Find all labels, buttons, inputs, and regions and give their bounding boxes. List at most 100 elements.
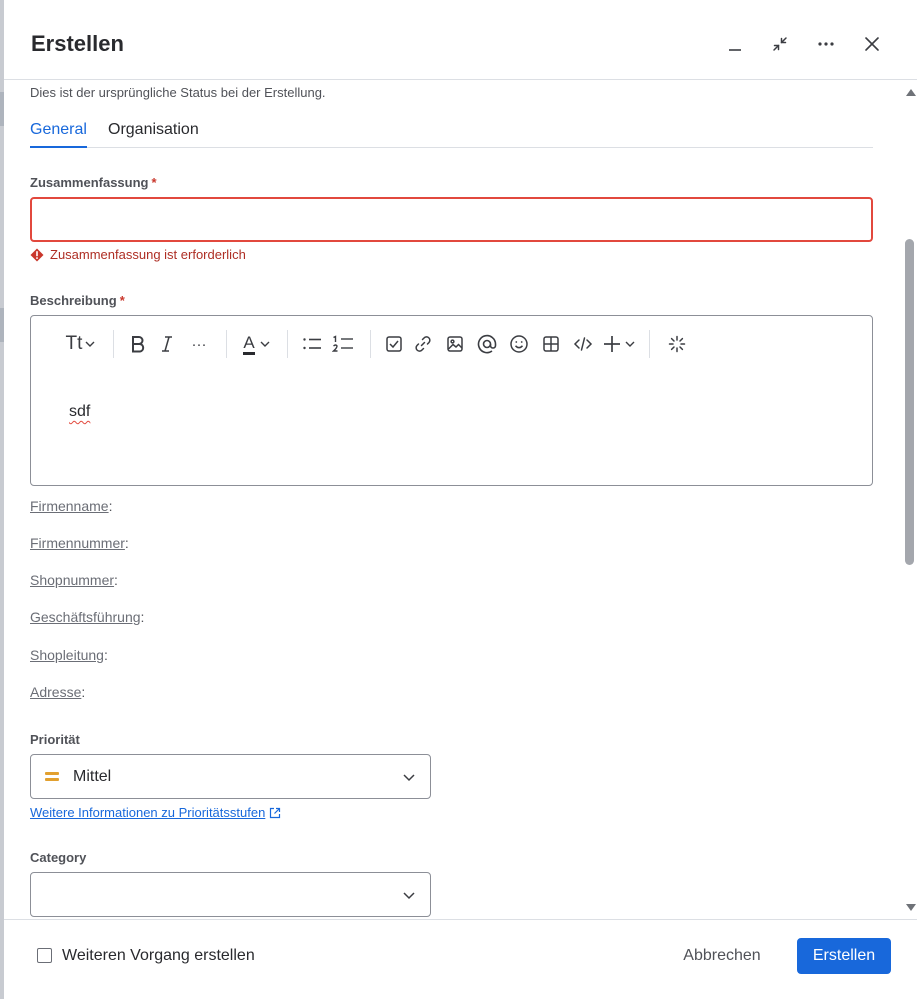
category-label: Category xyxy=(30,850,87,865)
code-icon xyxy=(573,337,593,351)
bullet-list-icon xyxy=(303,338,321,350)
more-formatting-icon: ··· xyxy=(191,335,207,353)
priority-info-link[interactable]: Weitere Informationen zu Prioritätsstufe… xyxy=(30,805,281,820)
create-issue-dialog: Erstellen Dies ist der ursprüngliche Sta… xyxy=(4,0,917,999)
insert-button[interactable] xyxy=(599,329,639,359)
category-select[interactable] xyxy=(30,872,431,917)
ai-button[interactable] xyxy=(660,329,694,359)
tab-organisation[interactable]: Organisation xyxy=(108,121,199,148)
text-color-button[interactable]: A xyxy=(237,329,277,359)
required-indicator: * xyxy=(151,175,157,190)
editor-toolbar: Tt ··· A xyxy=(59,328,694,360)
dialog-title: Erstellen xyxy=(31,31,124,56)
scroll-up-arrow[interactable] xyxy=(906,89,916,96)
mention-icon xyxy=(477,334,497,354)
toolbar-divider xyxy=(370,330,371,358)
sparkle-icon xyxy=(668,335,686,353)
vertical-scrollbar[interactable] xyxy=(903,81,917,919)
table-button[interactable] xyxy=(535,329,567,359)
external-link-icon xyxy=(270,807,281,818)
bold-icon xyxy=(132,336,145,353)
checkbox-icon xyxy=(386,336,402,352)
chevron-down-icon xyxy=(625,341,634,347)
toolbar-divider xyxy=(226,330,227,358)
text-style-label: Tt xyxy=(65,333,83,354)
info-field-separator: : xyxy=(108,498,113,514)
info-field-label[interactable]: Firmennummer xyxy=(30,535,125,551)
info-field-label[interactable]: Firmenname xyxy=(30,498,109,514)
priority-medium-icon xyxy=(45,770,61,782)
info-field-shopleitung: Shopleitung: xyxy=(30,647,108,663)
bullet-list-button[interactable] xyxy=(298,329,326,359)
more-options-button[interactable] xyxy=(810,28,842,60)
info-field-separator: : xyxy=(140,609,145,625)
create-another-checkbox[interactable] xyxy=(37,948,52,963)
status-helper-text: Dies ist der ursprüngliche Status bei de… xyxy=(30,85,326,100)
summary-input[interactable] xyxy=(30,197,873,242)
code-button[interactable] xyxy=(567,329,599,359)
info-field-separator: : xyxy=(81,684,86,700)
form-scroll-area[interactable]: Dies ist der ursprüngliche Status bei de… xyxy=(4,81,917,919)
emoji-icon xyxy=(510,335,528,353)
summary-error-text: Zusammenfassung ist erforderlich xyxy=(50,247,246,262)
description-editor[interactable]: Tt ··· A sdf xyxy=(30,315,873,486)
mention-button[interactable] xyxy=(471,329,503,359)
info-field-geschaeftsfuehrung: Geschäftsführung: xyxy=(30,609,144,625)
italic-icon xyxy=(162,336,172,352)
numbered-list-button[interactable] xyxy=(326,329,360,359)
info-field-label[interactable]: Shopnummer xyxy=(30,572,114,588)
minimize-icon xyxy=(729,49,741,51)
info-field-label[interactable]: Adresse xyxy=(30,684,81,700)
chevron-down-icon xyxy=(403,892,415,900)
text-style-button[interactable]: Tt xyxy=(59,329,103,359)
info-field-label[interactable]: Shopleitung xyxy=(30,647,104,663)
plus-icon xyxy=(603,336,620,352)
summary-label: Zusammenfassung * xyxy=(30,175,157,190)
error-icon xyxy=(30,248,44,261)
numbered-list-icon xyxy=(332,335,353,352)
toolbar-divider xyxy=(287,330,288,358)
description-label: Beschreibung * xyxy=(30,293,125,308)
collapse-button[interactable] xyxy=(764,28,796,60)
description-label-text: Beschreibung xyxy=(30,293,117,308)
tab-general[interactable]: General xyxy=(30,121,87,148)
cancel-button[interactable]: Abbrechen xyxy=(668,938,776,974)
more-formatting-button[interactable]: ··· xyxy=(182,329,216,359)
bold-button[interactable] xyxy=(124,329,152,359)
chevron-down-icon xyxy=(260,341,270,347)
scroll-down-arrow[interactable] xyxy=(906,904,916,911)
priority-info-link-text: Weitere Informationen zu Prioritätsstufe… xyxy=(30,805,266,820)
priority-value: Mittel xyxy=(73,768,112,785)
info-field-firmenname: Firmenname: xyxy=(30,498,112,514)
priority-select[interactable]: Mittel xyxy=(30,754,431,799)
text-color-icon: A xyxy=(243,333,255,355)
create-another-label[interactable]: Weiteren Vorgang erstellen xyxy=(62,947,255,965)
info-field-separator: : xyxy=(124,535,129,551)
emoji-button[interactable] xyxy=(503,329,535,359)
close-button[interactable] xyxy=(856,28,888,60)
info-field-adresse: Adresse: xyxy=(30,684,85,700)
description-text[interactable]: sdf xyxy=(69,403,90,421)
form-tabs: General Organisation xyxy=(30,121,873,148)
action-item-button[interactable] xyxy=(381,329,407,359)
info-field-separator: : xyxy=(103,647,108,663)
minimize-button[interactable] xyxy=(719,28,751,60)
toolbar-divider xyxy=(649,330,650,358)
link-button[interactable] xyxy=(407,329,439,359)
info-field-separator: : xyxy=(114,572,118,588)
required-indicator: * xyxy=(119,293,125,308)
image-button[interactable] xyxy=(439,329,471,359)
summary-error-message: Zusammenfassung ist erforderlich xyxy=(30,247,246,262)
close-icon xyxy=(865,37,879,51)
create-button[interactable]: Erstellen xyxy=(797,938,891,974)
italic-button[interactable] xyxy=(152,329,182,359)
collapse-icon xyxy=(773,37,787,51)
more-icon xyxy=(818,42,834,46)
image-icon xyxy=(447,336,463,352)
info-field-shopnummer: Shopnummer: xyxy=(30,572,118,588)
info-field-label[interactable]: Geschäftsführung xyxy=(30,609,141,625)
chevron-down-icon xyxy=(403,774,415,782)
link-icon xyxy=(415,336,431,352)
summary-label-text: Zusammenfassung xyxy=(30,175,149,190)
scrollbar-thumb[interactable] xyxy=(905,239,914,565)
